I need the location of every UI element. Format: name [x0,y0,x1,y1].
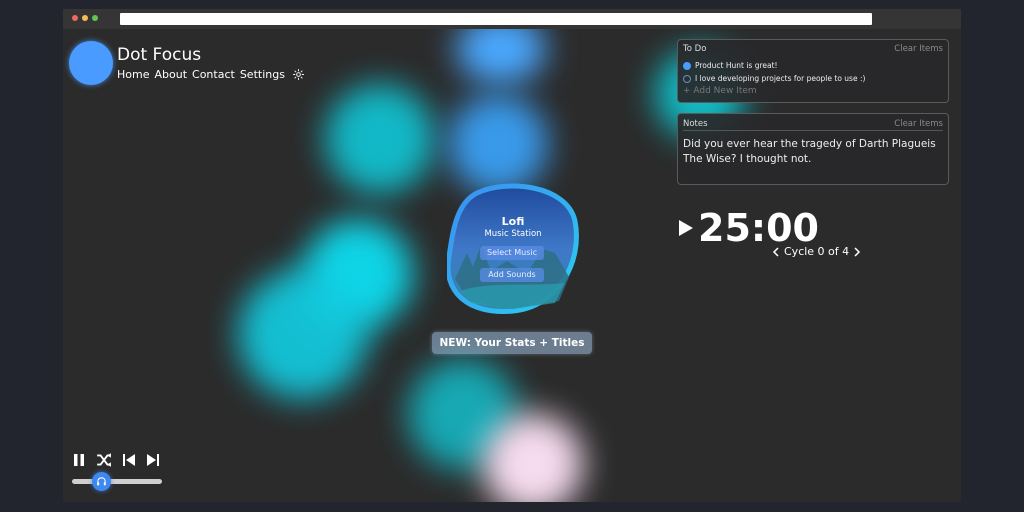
todo-panel: To Do Clear Items Product Hunt is great!… [677,39,949,103]
next-icon[interactable] [146,453,160,467]
chevron-right-icon[interactable] [854,246,861,257]
todo-list: Product Hunt is great! I love developing… [683,59,865,96]
shuffle-icon[interactable] [96,452,112,468]
main-nav: Home About Contact Settings [117,68,304,81]
notes-clear-button[interactable]: Clear Items [894,119,943,129]
add-todo-item-input[interactable]: + Add New Item [683,86,865,96]
cycle-label: Cycle 0 of 4 [784,245,850,258]
headphones-icon [97,477,106,486]
todo-checkbox[interactable] [683,74,691,83]
background-bubble [325,84,435,194]
pomodoro-timer: 25:00 [678,206,819,250]
nav-settings-link[interactable]: Settings [240,68,285,81]
site-title: Dot Focus [117,45,202,65]
background-bubble [456,29,546,84]
notes-panel: Notes Clear Items Did you ever hear the … [677,113,949,185]
notes-textarea[interactable]: Did you ever hear the tragedy of Darth P… [683,137,945,167]
minimize-window-button[interactable] [82,15,88,21]
volume-slider[interactable] [72,479,162,484]
background-bubble [483,414,583,502]
chevron-left-icon[interactable] [772,246,779,257]
previous-icon[interactable] [122,453,136,467]
todo-item-text: I love developing projects for people to… [695,74,866,83]
close-window-button[interactable] [72,15,78,21]
background-bubble [238,269,368,399]
address-bar[interactable] [120,13,872,25]
todo-title: To Do [683,44,707,54]
maximize-window-button[interactable] [92,15,98,21]
background-bubble [448,94,548,194]
todo-clear-button[interactable]: Clear Items [894,44,943,54]
player-controls [72,452,160,468]
todo-checkbox-checked[interactable] [683,61,691,70]
stats-titles-button[interactable]: NEW: Your Stats + Titles [432,332,592,354]
music-station-title: Lofi [501,215,525,228]
nav-contact-link[interactable]: Contact [192,68,235,81]
add-sounds-button[interactable]: Add Sounds [480,268,544,282]
play-icon[interactable] [678,219,694,237]
nav-home-link[interactable]: Home [117,68,149,81]
cycle-selector: Cycle 0 of 4 [772,245,861,258]
music-station-subtitle: Music Station [484,229,542,239]
notes-divider [683,130,943,131]
logo-dot[interactable] [69,41,113,85]
music-station-card[interactable]: Lofi Music Station Select Music Add Soun… [447,183,579,315]
todo-item-text: Product Hunt is great! [695,61,778,70]
select-music-button[interactable]: Select Music [480,246,544,260]
title-bar [63,9,961,29]
pause-icon[interactable] [72,453,86,467]
timer-value: 25:00 [698,206,819,250]
notes-title: Notes [683,119,708,129]
todo-item[interactable]: Product Hunt is great! [683,59,865,72]
nav-about-link[interactable]: About [154,68,187,81]
sun-icon[interactable] [292,69,304,80]
todo-item[interactable]: I love developing projects for people to… [683,72,865,85]
